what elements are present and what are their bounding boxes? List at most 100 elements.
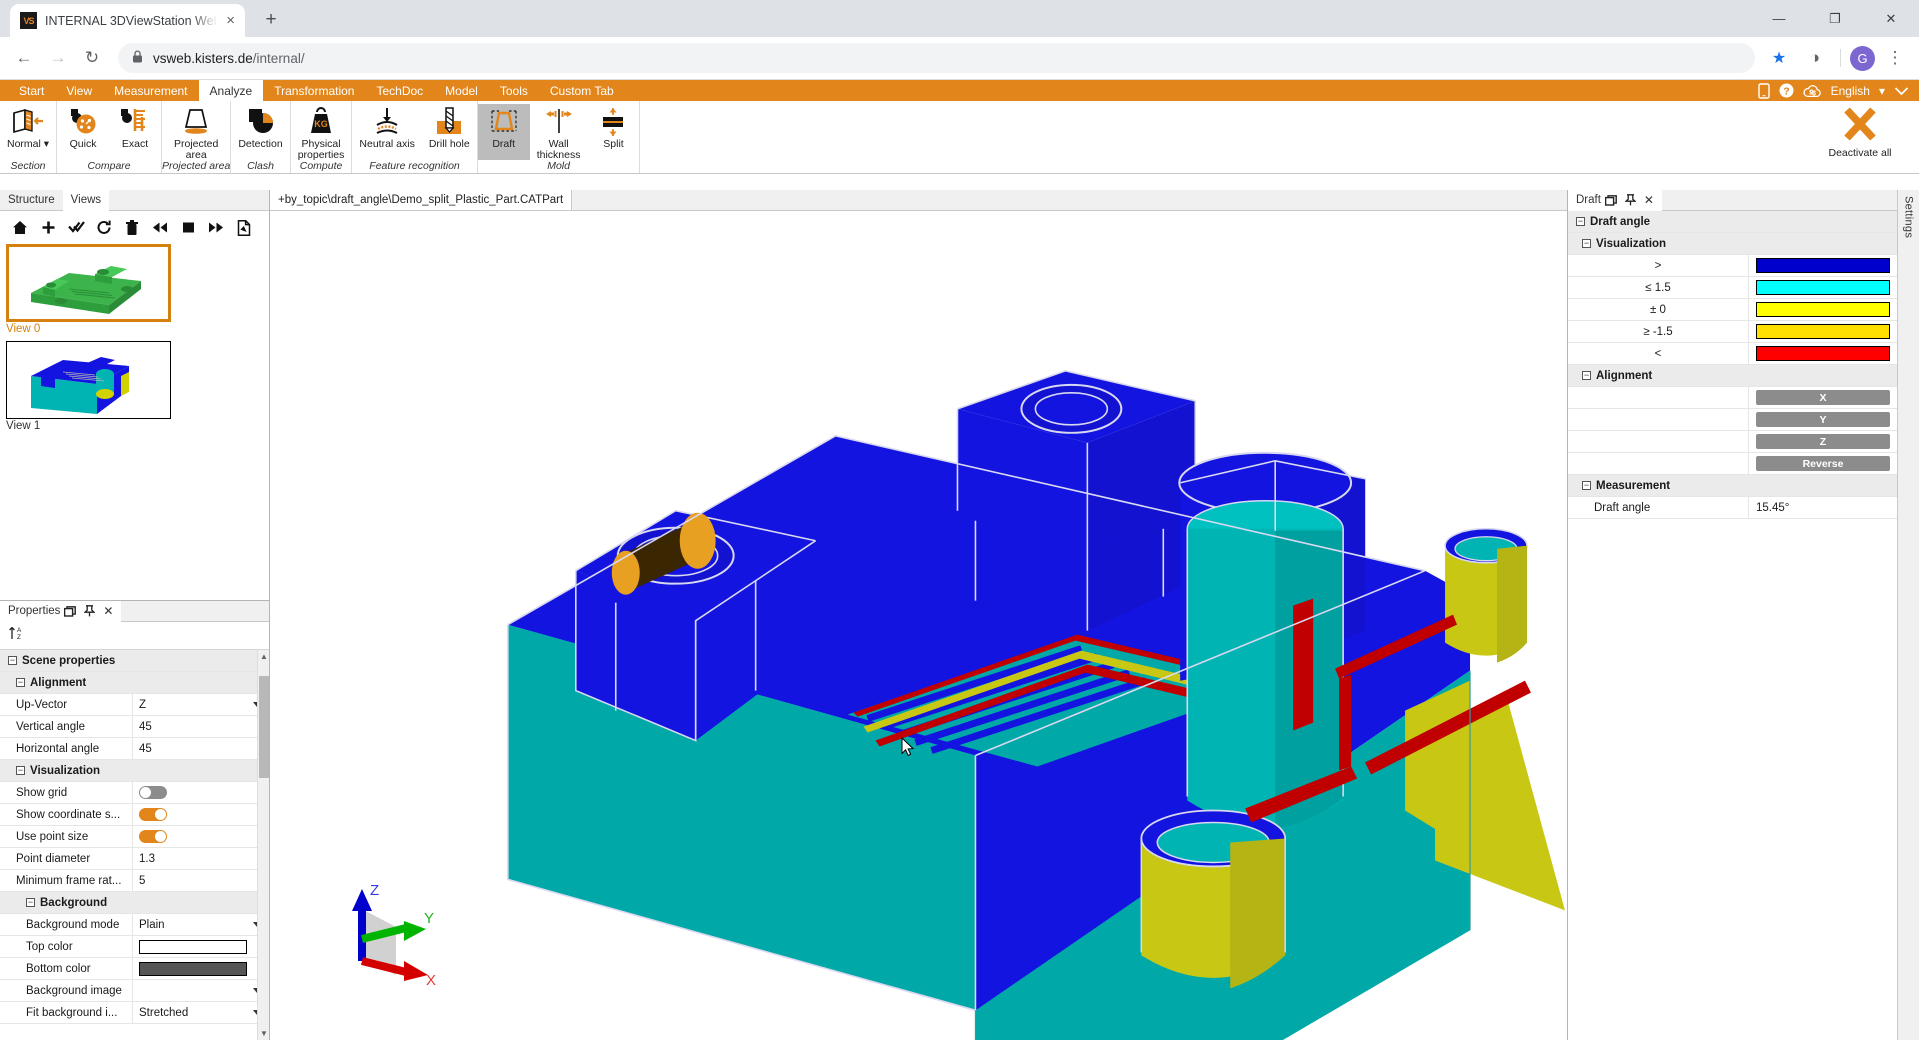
ribbon-button-draft[interactable]: Draft [477,104,530,160]
ribbon-button-projected-area[interactable]: Projected area [167,104,225,160]
new-tab-button[interactable]: + [257,6,285,34]
draft-row-value[interactable] [1748,299,1897,320]
property-value[interactable]: 45 [132,738,269,759]
scroll-up-icon[interactable]: ▲ [258,650,269,663]
draft-group-row[interactable]: − Measurement [1568,475,1897,497]
draft-color-swatch[interactable] [1756,258,1890,273]
draft-color-swatch[interactable] [1756,280,1890,295]
address-bar[interactable]: vsweb.kisters.de/internal/ [118,43,1755,73]
property-value[interactable] [132,804,269,825]
draft-row-value[interactable] [1748,277,1897,298]
draft-row-value[interactable]: Reverse [1748,453,1897,474]
tab-structure[interactable]: Structure [0,190,63,210]
list-item[interactable]: View 1 [6,341,263,432]
property-value[interactable]: 5 [132,870,269,891]
help-question-icon[interactable]: ? [1779,83,1794,98]
draft-color-swatch[interactable] [1756,346,1890,361]
back-icon[interactable]: ← [8,42,40,74]
close-icon[interactable]: ✕ [1644,193,1654,207]
next-icon[interactable] [202,215,230,241]
check-all-icon[interactable] [62,215,90,241]
maximize-icon[interactable]: ❐ [1807,0,1863,37]
ribbon-button-detection[interactable]: Detection [231,104,289,160]
draft-row-value[interactable]: Z [1748,431,1897,452]
view-thumbnail-0[interactable] [6,244,171,322]
home-icon[interactable] [6,215,34,241]
draft-color-swatch[interactable] [1756,324,1890,339]
ribbon-button-normal[interactable]: Normal ▾ [0,104,56,160]
expander-icon[interactable]: − [1576,216,1585,226]
property-value[interactable] [132,958,269,979]
property-value[interactable]: Stretched [132,1002,269,1023]
ribbon-tab-techdoc[interactable]: TechDoc [365,80,434,101]
draft-group-row[interactable]: − Draft angle [1568,211,1897,233]
collapse-ribbon-icon[interactable] [1894,86,1909,96]
stop-icon[interactable] [174,215,202,241]
draft-row-value[interactable] [1748,343,1897,364]
expander-icon[interactable]: − [1582,370,1591,380]
profile-avatar[interactable]: G [1850,45,1875,71]
ribbon-button-neutral-axis[interactable]: Neutral axis [352,104,421,160]
alignment-button-z[interactable]: Z [1756,434,1890,449]
draft-group-row[interactable]: − Alignment [1568,365,1897,387]
property-value[interactable]: Z [132,694,269,715]
expander-icon[interactable]: − [16,765,25,775]
property-value[interactable] [132,936,269,957]
toggle-switch[interactable] [139,808,167,821]
ribbon-button-split[interactable]: Split [587,104,639,160]
browser-menu-icon[interactable]: ⋮ [1879,42,1911,74]
draft-group-row[interactable]: − Visualization [1568,233,1897,255]
restore-window-icon[interactable] [1604,194,1617,206]
properties-scrollbar[interactable]: ▲ ▼ [257,650,269,1040]
property-value[interactable]: Plain [132,914,269,935]
forward-icon[interactable]: → [42,42,74,74]
ribbon-tab-measurement[interactable]: Measurement [103,80,198,101]
ribbon-tab-view[interactable]: View [55,80,103,101]
pin-icon[interactable] [84,605,96,617]
deactivate-all-button[interactable]: Deactivate all [1817,105,1903,159]
close-icon[interactable]: × [226,13,235,28]
expander-icon[interactable]: − [26,897,35,907]
3d-viewport[interactable]: Z Y X [270,210,1567,1040]
refresh-icon[interactable] [90,215,118,241]
expander-icon[interactable]: − [1582,238,1591,248]
toggle-switch[interactable] [139,786,167,799]
close-icon[interactable]: ✕ [103,604,113,618]
reload-icon[interactable]: ↻ [76,42,108,74]
browser-tab[interactable]: VS INTERNAL 3DViewStation WebVi × [10,4,245,37]
tab-properties[interactable]: Properties ✕ [0,601,122,622]
ribbon-tab-model[interactable]: Model [434,80,489,101]
ribbon-tab-start[interactable]: Start [8,80,55,101]
alignment-button-x[interactable]: X [1756,390,1890,405]
expander-icon[interactable]: − [16,677,25,687]
ribbon-button-quick[interactable]: Quick [57,104,109,160]
settings-tab[interactable]: Settings [1903,196,1915,1040]
color-swatch[interactable] [139,939,247,954]
scrollbar-thumb[interactable] [259,676,269,778]
draft-color-swatch[interactable] [1756,302,1890,317]
list-item[interactable]: View 0 [6,244,263,335]
cloud-settings-icon[interactable] [1803,84,1822,98]
property-value[interactable]: 1.3 [132,848,269,869]
export-pdf-icon[interactable] [230,215,258,241]
color-swatch[interactable] [139,961,247,976]
minimize-icon[interactable]: — [1751,0,1807,37]
draft-row-value[interactable]: 15.45° [1748,497,1897,518]
extension-icon[interactable]: ◑ [1799,42,1831,74]
ribbon-button-exact[interactable]: Exact [109,104,161,160]
property-value[interactable] [132,782,269,803]
document-tab[interactable]: +by_topic\draft_angle\Demo_split_Plastic… [270,190,573,210]
chevron-down-icon[interactable]: ▾ [1879,84,1885,98]
property-value[interactable] [132,826,269,847]
ribbon-tab-custom-tab[interactable]: Custom Tab [539,80,625,101]
draft-row-value[interactable]: X [1748,387,1897,408]
language-label[interactable]: English [1831,84,1870,98]
bookmark-star-icon[interactable]: ★ [1763,42,1795,74]
view-thumbnail-1[interactable] [6,341,171,419]
ribbon-button-wall-thickness[interactable]: Wall thickness [530,104,588,160]
draft-row-value[interactable] [1748,321,1897,342]
draft-row-value[interactable] [1748,255,1897,276]
tab-views[interactable]: Views [62,190,110,211]
mobile-device-icon[interactable] [1757,82,1770,99]
ribbon-tab-analyze[interactable]: Analyze [198,80,264,101]
